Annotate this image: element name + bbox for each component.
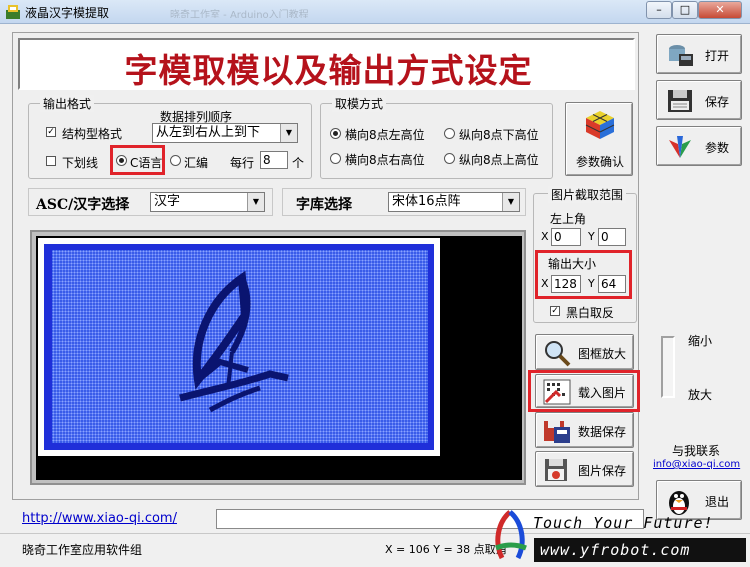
- c-language-label: C语言: [130, 156, 163, 170]
- load-image-button[interactable]: 载入图片: [535, 374, 634, 408]
- mode-label-4: 纵向8点上高位: [459, 153, 539, 167]
- image-grid-icon: [543, 379, 571, 405]
- params-button[interactable]: 参数: [656, 126, 742, 166]
- rubiks-cube-icon: [585, 111, 615, 139]
- zoom-out-label: 缩小: [688, 334, 713, 348]
- crop-y-input[interactable]: 0: [598, 228, 626, 246]
- penguin-icon: [669, 491, 689, 515]
- invert-bw-checkbox[interactable]: ✓: [550, 306, 560, 316]
- font-select-label: 字库选择: [296, 197, 352, 213]
- crop-x-input[interactable]: 0: [551, 228, 581, 246]
- save-data-label: 数据保存: [578, 425, 627, 439]
- banner-title: 字模取模以及输出方式设定: [124, 51, 533, 90]
- close-button[interactable]: ✕: [698, 1, 742, 19]
- asc-select-value: 汉字: [154, 194, 181, 209]
- output-width-input[interactable]: 128: [551, 275, 581, 293]
- website-link[interactable]: http://www.xiao-qi.com/: [22, 511, 177, 526]
- zoom-slider[interactable]: [661, 336, 675, 398]
- open-button[interactable]: 打开: [656, 34, 742, 74]
- contact-email-link[interactable]: info@xiao-qi.com: [653, 459, 740, 470]
- floppy-save-icon: [668, 90, 692, 112]
- image-save-icon: [545, 459, 567, 481]
- mode-label-2: 纵向8点下高位: [459, 128, 539, 142]
- c-language-radio[interactable]: [116, 155, 127, 166]
- per-row-unit: 个: [292, 156, 305, 170]
- app-icon: [6, 5, 20, 19]
- underline-label: 下划线: [62, 156, 99, 170]
- zoom-in-label: 放大: [688, 388, 713, 402]
- save-image-button[interactable]: 图片保存: [535, 451, 634, 487]
- x-label: X: [541, 230, 549, 243]
- output-height-input[interactable]: 64: [598, 275, 626, 293]
- open-folder-icon: [669, 45, 693, 66]
- chevron-down-icon: ▼: [280, 124, 297, 142]
- mode-radio-2[interactable]: [444, 128, 455, 139]
- invert-bw-label: 黑白取反: [566, 306, 615, 320]
- struct-format-label: 结构型格式: [62, 127, 123, 141]
- watermark-site: www.yfrobot.com: [540, 541, 691, 559]
- zoom-frame-button[interactable]: 图框放大: [535, 334, 634, 370]
- params-leaf-icon: [669, 136, 691, 158]
- font-select[interactable]: 宋体16点阵 ▼: [388, 192, 520, 212]
- exit-label: 退出: [705, 495, 730, 509]
- assembly-label: 汇编: [184, 156, 209, 170]
- per-row-label: 每行: [230, 156, 255, 170]
- sail-logo-glyph: [179, 270, 289, 413]
- mode-label-3: 横向8点右高位: [345, 153, 425, 167]
- mode-radio-3[interactable]: [330, 153, 341, 164]
- struct-format-checkbox[interactable]: ✓: [46, 127, 56, 137]
- status-left: 晓奇工作室应用软件组: [22, 543, 143, 557]
- height-y-label: Y: [588, 277, 595, 290]
- minimize-button[interactable]: –: [646, 1, 672, 19]
- underline-checkbox[interactable]: [46, 156, 56, 166]
- params-label: 参数: [705, 141, 730, 155]
- data-save-icon: [544, 421, 570, 443]
- save-label: 保存: [705, 95, 730, 109]
- font-select-value: 宋体16点阵: [392, 194, 461, 209]
- y-label: Y: [588, 230, 595, 243]
- mode-radio-4[interactable]: [444, 153, 455, 164]
- magnifier-icon: [545, 341, 571, 367]
- width-x-label: X: [541, 277, 549, 290]
- zoom-frame-label: 图框放大: [578, 347, 627, 361]
- param-confirm-label: 参数确认: [576, 155, 625, 169]
- mode-radio-1[interactable]: [330, 128, 341, 139]
- save-data-button[interactable]: 数据保存: [535, 412, 634, 448]
- output-size-label: 输出大小: [548, 257, 597, 271]
- yfrobot-logo-icon: [495, 510, 527, 560]
- window-title: 液晶汉字模提取: [25, 6, 110, 20]
- chevron-down-icon: ▼: [247, 193, 264, 211]
- asc-select[interactable]: 汉字 ▼: [150, 192, 265, 212]
- per-row-input[interactable]: 8: [260, 151, 288, 169]
- title-bar: [0, 0, 750, 24]
- mode-legend: 取模方式: [332, 95, 387, 112]
- maximize-button[interactable]: □: [672, 1, 698, 19]
- assembly-radio[interactable]: [170, 155, 181, 166]
- crop-range-legend: 图片截取范围: [548, 186, 627, 203]
- open-label: 打开: [705, 49, 730, 63]
- save-image-label: 图片保存: [578, 464, 627, 478]
- watermark-slogan: Touch Your Future!: [533, 514, 714, 532]
- sort-order-value: 从左到右从上到下: [156, 125, 261, 140]
- asc-select-label: ASC/汉字选择: [36, 197, 130, 213]
- load-image-label: 载入图片: [578, 386, 627, 400]
- save-button[interactable]: 保存: [656, 80, 742, 120]
- banner: 字模取模以及输出方式设定: [18, 38, 635, 90]
- output-format-legend: 输出格式: [40, 95, 95, 112]
- chevron-down-icon: ▼: [502, 193, 519, 211]
- param-confirm-button[interactable]: 参数确认: [565, 102, 633, 176]
- mode-label-1: 横向8点左高位: [345, 128, 425, 142]
- background-tab-text: 晓奇工作室 - Arduino入门教程: [170, 10, 309, 18]
- sort-order-select[interactable]: 从左到右从上到下 ▼: [152, 123, 298, 143]
- top-left-label: 左上角: [550, 212, 587, 226]
- contact-label: 与我联系: [672, 444, 721, 458]
